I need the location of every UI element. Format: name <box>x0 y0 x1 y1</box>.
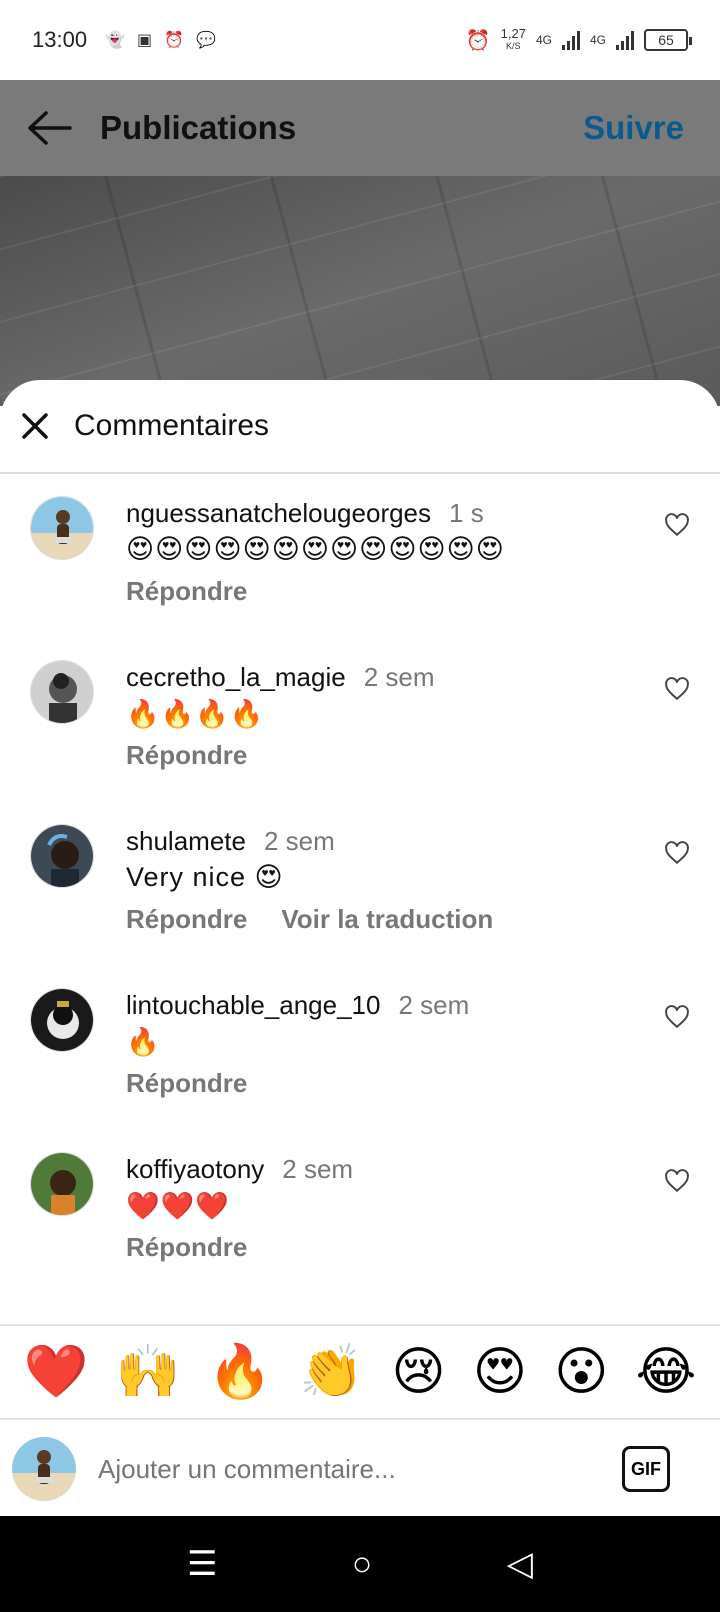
close-button[interactable] <box>0 391 70 461</box>
avatar[interactable] <box>30 660 94 724</box>
system-nav-bar: ☰ ○ ◁ <box>0 1516 720 1612</box>
menu-icon[interactable]: ☰ <box>187 1544 217 1584</box>
network-type-2: 4G <box>589 33 606 47</box>
quick-reactions: ❤️ 🙌 🔥 👏 😢 😍 😮 😂 <box>0 1324 720 1420</box>
alarm-status-icon: ⏰ <box>465 29 491 52</box>
reply-button[interactable]: Répondre <box>126 1232 247 1262</box>
comment-item: cecretho_la_magie 2 sem 🔥🔥🔥🔥 Répondre <box>0 638 720 802</box>
reaction-raised-hands[interactable]: 🙌 <box>116 1346 181 1398</box>
comment-composer: GIF <box>0 1422 720 1516</box>
comment-item: nguessanatchelougeorges 1 s 😍😍😍😍😍😍😍😍😍😍😍😍😍… <box>0 474 720 638</box>
reply-button[interactable]: Répondre <box>126 1068 247 1098</box>
reaction-crying[interactable]: 😢 <box>391 1346 445 1398</box>
comment-text: ❤️❤️❤️ <box>126 1191 230 1221</box>
comment-text: Very nice 😍 <box>126 862 284 892</box>
comment-item: lintouchable_ange_10 2 sem 🔥 Répondre <box>0 966 720 1130</box>
heart-icon[interactable] <box>664 676 690 702</box>
sheet-title: Commentaires <box>74 409 270 442</box>
status-bar: 13:00 👻 ▣ ⏰ 💬 ⏰ 1,27 K/S 4G 4G 65 <box>0 0 720 80</box>
comment-time: 2 sem <box>398 990 470 1020</box>
battery-level: 65 <box>658 32 674 48</box>
top-app-bar: Publications Suivre <box>0 80 720 176</box>
comment-time: 2 sem <box>263 826 335 856</box>
reaction-surprised[interactable]: 😮 <box>554 1346 608 1398</box>
page-title: Publications <box>100 109 297 146</box>
nfc-icon: ▣ <box>136 32 153 49</box>
comment-username[interactable]: nguessanatchelougeorges <box>126 498 431 528</box>
post-image <box>0 176 720 406</box>
avatar[interactable] <box>30 988 94 1052</box>
comment-text: 😍😍😍😍😍😍😍😍😍😍😍😍😍 <box>126 534 505 564</box>
heart-icon[interactable] <box>664 1004 690 1030</box>
avatar[interactable] <box>30 824 94 888</box>
comment-time: 2 sem <box>282 1154 354 1184</box>
reply-button[interactable]: Répondre <box>126 740 247 770</box>
home-icon[interactable]: ○ <box>352 1545 373 1584</box>
sheet-header: Commentaires <box>0 380 720 474</box>
avatar[interactable] <box>30 1152 94 1216</box>
back-button[interactable] <box>0 80 100 176</box>
status-time: 13:00 <box>32 27 88 52</box>
avatar[interactable] <box>30 496 94 560</box>
reaction-clap[interactable]: 👏 <box>299 1346 364 1398</box>
reaction-heart-eyes[interactable]: 😍 <box>473 1346 527 1398</box>
comment-text: 🔥🔥🔥🔥 <box>126 699 265 729</box>
heart-icon[interactable] <box>664 840 690 866</box>
comment-item: shulamete 2 sem Very nice 😍 Répondre Voir … <box>0 802 720 966</box>
heart-icon[interactable] <box>664 1168 690 1194</box>
comment-time: 2 sem <box>363 662 435 692</box>
snapchat-icon: 👻 <box>105 32 125 49</box>
network-type-1: 4G <box>535 33 552 47</box>
see-translation-button[interactable]: Voir la traduction <box>281 904 493 934</box>
network-speed: 1,27 K/S <box>500 26 526 51</box>
chat-icon: 💬 <box>196 32 216 49</box>
battery-icon: 65 <box>644 29 692 51</box>
signal-icon-2 <box>616 30 634 50</box>
comment-username[interactable]: shulamete <box>126 826 246 856</box>
comment-username[interactable]: koffiyaotony <box>126 1154 264 1184</box>
gif-button[interactable]: GIF <box>622 1446 670 1492</box>
reaction-heart[interactable]: ❤️ <box>24 1346 89 1398</box>
reaction-fire[interactable]: 🔥 <box>207 1346 272 1398</box>
reply-button[interactable]: Répondre <box>126 904 247 934</box>
comment-username[interactable]: lintouchable_ange_10 <box>126 990 380 1020</box>
comment-input[interactable] <box>98 1453 578 1485</box>
back-triangle-icon[interactable]: ◁ <box>507 1544 533 1584</box>
comment-item: koffiyaotony 2 sem ❤️❤️❤️ Répondre <box>0 1130 720 1294</box>
follow-button[interactable]: Suivre <box>583 109 684 147</box>
comment-text: 🔥 <box>126 1027 161 1057</box>
my-avatar <box>12 1437 76 1501</box>
reply-button[interactable]: Répondre <box>126 576 247 606</box>
comment-time: 1 s <box>449 498 484 528</box>
close-icon <box>22 413 48 439</box>
heart-icon[interactable] <box>664 512 690 538</box>
alarm-icon: ⏰ <box>164 32 185 49</box>
arrow-left-icon <box>28 111 72 145</box>
reaction-laughing[interactable]: 😂 <box>636 1346 697 1398</box>
status-notifications: 👻 ▣ ⏰ 💬 <box>105 30 216 50</box>
status-system: ⏰ 1,27 K/S 4G 4G 65 <box>465 26 692 53</box>
signal-icon <box>561 30 580 50</box>
comment-username[interactable]: cecretho_la_magie <box>126 662 346 692</box>
